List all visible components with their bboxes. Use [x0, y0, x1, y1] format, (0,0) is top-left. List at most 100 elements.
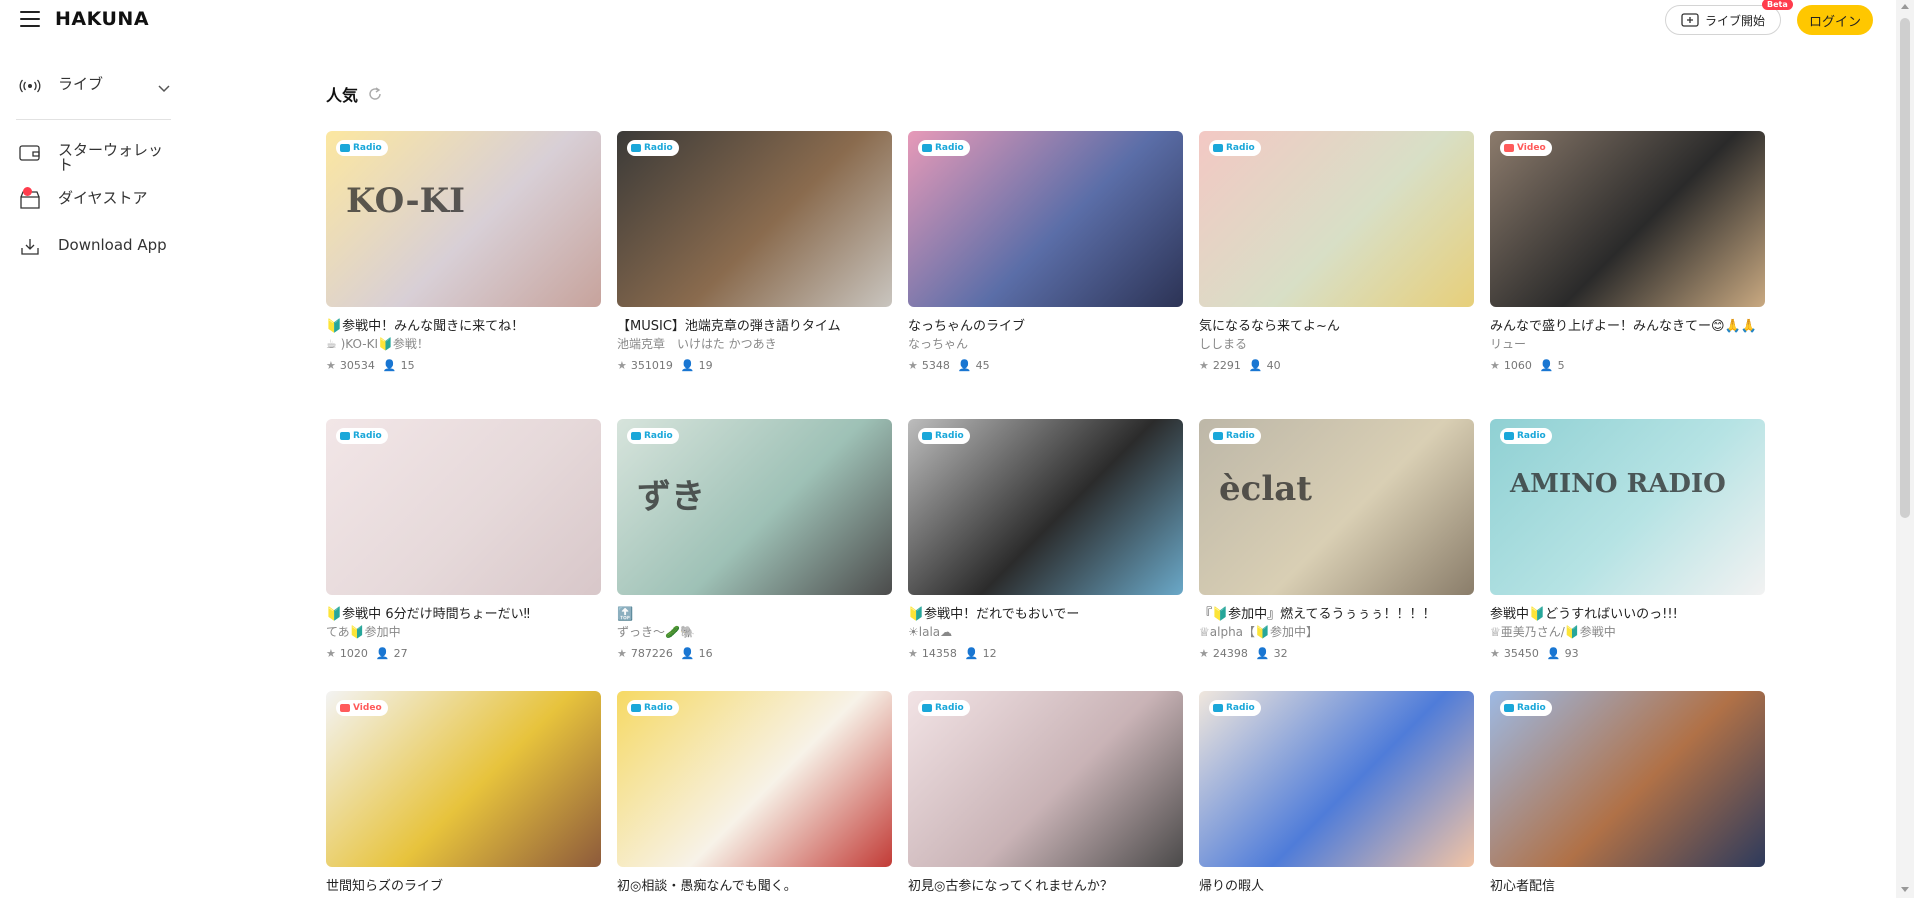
- live-card-title[interactable]: 初◎相談・愚痴なんでも聞く。: [617, 878, 892, 895]
- live-type-label: Radio: [353, 431, 382, 441]
- live-card[interactable]: Radio KO-KI 🔰参戦中！みんな聞きに来てね！ ☕ )KO-KI🔰参戦！ ★ 30…: [326, 131, 601, 372]
- video-icon: [340, 704, 350, 712]
- sidebar-divider: [16, 119, 171, 120]
- live-type-badge: Radio: [1209, 700, 1261, 716]
- scrollbar[interactable]: [1896, 0, 1914, 898]
- listener-count: 15: [400, 359, 415, 372]
- live-card-title[interactable]: 気になるなら来てよ~ん: [1199, 318, 1474, 335]
- live-card-title[interactable]: 🔰参戦中！だれでもおいでー: [908, 606, 1183, 623]
- sidebar-item-download-app[interactable]: Download App: [18, 237, 167, 257]
- live-card[interactable]: Radio AMINO RADIO 参戦中🔰どうすればいいのっ!!! ♕亜美乃さん/🔰…: [1490, 419, 1765, 660]
- live-card[interactable]: Radio 初心者配信: [1490, 691, 1765, 895]
- star-count: 14358: [921, 647, 957, 660]
- listener-count: 5: [1557, 359, 1565, 372]
- sidebar-item-label: Download App: [58, 236, 167, 254]
- live-card[interactable]: Radio 初◎相談・愚痴なんでも聞く。: [617, 691, 892, 895]
- live-card-stats: ★ 35450 👤 93: [1490, 647, 1765, 660]
- sidebar-item-star-wallet[interactable]: スターウォレット: [18, 143, 168, 173]
- live-card[interactable]: Video 世間知らズのライブ: [326, 691, 601, 895]
- live-card-host: ずっき～🥒🐘: [617, 625, 695, 639]
- scroll-down-arrow-icon[interactable]: [1901, 887, 1909, 892]
- live-card[interactable]: Radio 🔰参戦中！だれでもおいでー ☀lala☁ ★ 14358 👤 12: [908, 419, 1183, 660]
- live-type-label: Radio: [935, 143, 964, 153]
- live-card-title[interactable]: 初見◎古参になってくれませんか？: [908, 878, 1183, 895]
- live-card-title[interactable]: 🔝: [617, 606, 892, 623]
- live-card-title[interactable]: 🔰参戦中 6分だけ時間ちょーだい‼: [326, 606, 601, 623]
- radio-icon: [1504, 432, 1514, 440]
- chevron-down-icon[interactable]: [158, 78, 170, 97]
- login-button[interactable]: ログイン: [1797, 5, 1873, 35]
- live-type-badge: Video: [1500, 140, 1552, 156]
- listener-count: 32: [1273, 647, 1288, 660]
- wallet-icon: [18, 143, 42, 163]
- live-card[interactable]: Radio 初見◎古参になってくれませんか？: [908, 691, 1183, 895]
- live-card-host: ししまる: [1199, 337, 1248, 351]
- logo[interactable]: HAKUNA: [55, 8, 149, 30]
- star-icon: ★: [617, 359, 627, 372]
- live-thumbnail[interactable]: Radio: [1490, 691, 1765, 867]
- live-card-stats: ★ 1020 👤 27: [326, 647, 601, 660]
- live-card-stats: ★ 24398 👤 32: [1199, 647, 1474, 660]
- live-card-host: てあ🔰参加中: [326, 625, 401, 639]
- sidebar-item-dia-store[interactable]: ダイヤストア: [18, 187, 148, 210]
- radio-icon: [631, 704, 641, 712]
- live-card-title[interactable]: 🔰参戦中！みんな聞きに来てね！: [326, 318, 601, 335]
- live-start-button[interactable]: ライブ開始: [1665, 5, 1781, 35]
- sidebar-item-live[interactable]: ライブ: [18, 76, 173, 96]
- live-thumbnail[interactable]: Radio: [908, 691, 1183, 867]
- live-card[interactable]: Radio なっちゃんのライブ なっちゃん ★ 5348 👤 45: [908, 131, 1183, 372]
- star-icon: ★: [908, 647, 918, 660]
- live-card-title[interactable]: 初心者配信: [1490, 878, 1765, 895]
- sidebar-item-label: スターウォレット: [58, 141, 164, 174]
- listener-icon: 👤: [1248, 359, 1263, 372]
- live-type-label: Radio: [1226, 703, 1255, 713]
- live-thumbnail[interactable]: Radio: [326, 419, 601, 595]
- refresh-icon[interactable]: [368, 87, 382, 101]
- live-card-stats: ★ 14358 👤 12: [908, 647, 1183, 660]
- thumbnail-text: AMINO RADIO: [1510, 469, 1726, 499]
- live-type-badge: Radio: [918, 428, 970, 444]
- listener-count: 16: [698, 647, 713, 660]
- star-icon: ★: [617, 647, 627, 660]
- menu-icon[interactable]: [20, 11, 40, 27]
- live-thumbnail[interactable]: Radio: [908, 131, 1183, 307]
- live-thumbnail[interactable]: Radio: [617, 131, 892, 307]
- live-thumbnail[interactable]: Radio ずき: [617, 419, 892, 595]
- live-card[interactable]: Radio 🔰参戦中 6分だけ時間ちょーだい‼ てあ🔰参加中 ★ 1020 👤 27: [326, 419, 601, 660]
- live-card-title[interactable]: 参戦中🔰どうすればいいのっ!!!: [1490, 606, 1765, 623]
- star-count: 787226: [630, 647, 673, 660]
- live-thumbnail[interactable]: Radio: [1199, 691, 1474, 867]
- broadcast-icon: [18, 76, 42, 96]
- live-card[interactable]: Radio 【MUSIC】池端克章の弾き語りタイム 池端克章 いけはた かつあき ★ 3…: [617, 131, 892, 372]
- scrollbar-thumb[interactable]: [1900, 18, 1910, 518]
- live-thumbnail[interactable]: Radio: [908, 419, 1183, 595]
- live-thumbnail[interactable]: Radio: [617, 691, 892, 867]
- live-card[interactable]: Video みんなで盛り上げよー！みんなきてー😊🙏🙏 リュー ★ 1060 👤 5: [1490, 131, 1765, 372]
- live-card[interactable]: Radio 帰りの暇人: [1199, 691, 1474, 895]
- thumbnail-text: ずき: [637, 477, 705, 517]
- live-thumbnail[interactable]: Radio èclat: [1199, 419, 1474, 595]
- live-start-label: ライブ開始: [1704, 13, 1765, 28]
- live-card[interactable]: Radio èclat 『🔰参加中』燃えてるうぅぅぅ！！！！ ♕alpha【🔰参加中】…: [1199, 419, 1474, 660]
- live-thumbnail[interactable]: Radio AMINO RADIO: [1490, 419, 1765, 595]
- live-card-title[interactable]: 帰りの暇人: [1199, 878, 1474, 895]
- live-type-label: Radio: [1226, 143, 1255, 153]
- live-type-badge: Radio: [336, 140, 388, 156]
- scroll-up-arrow-icon[interactable]: [1901, 4, 1909, 9]
- live-card[interactable]: Radio 気になるなら来てよ~ん ししまる ★ 2291 👤 40: [1199, 131, 1474, 372]
- live-card-title[interactable]: 『🔰参加中』燃えてるうぅぅぅ！！！！: [1199, 606, 1474, 623]
- live-card-title[interactable]: みんなで盛り上げよー！みんなきてー😊🙏🙏: [1490, 318, 1765, 335]
- live-card-title[interactable]: なっちゃんのライブ: [908, 318, 1183, 335]
- star-count: 1060: [1503, 359, 1532, 372]
- live-thumbnail[interactable]: Radio KO-KI: [326, 131, 601, 307]
- notification-dot-icon: [23, 187, 32, 196]
- live-card[interactable]: Radio ずき 🔝 ずっき～🥒🐘 ★ 787226 👤 16: [617, 419, 892, 660]
- live-thumbnail[interactable]: Video: [326, 691, 601, 867]
- live-thumbnail[interactable]: Radio: [1199, 131, 1474, 307]
- listener-icon: 👤: [382, 359, 397, 372]
- live-card-title[interactable]: 【MUSIC】池端克章の弾き語りタイム: [617, 318, 892, 335]
- live-type-badge: Radio: [1209, 428, 1261, 444]
- live-card-title[interactable]: 世間知らズのライブ: [326, 878, 601, 895]
- live-thumbnail[interactable]: Video: [1490, 131, 1765, 307]
- star-icon: ★: [326, 647, 336, 660]
